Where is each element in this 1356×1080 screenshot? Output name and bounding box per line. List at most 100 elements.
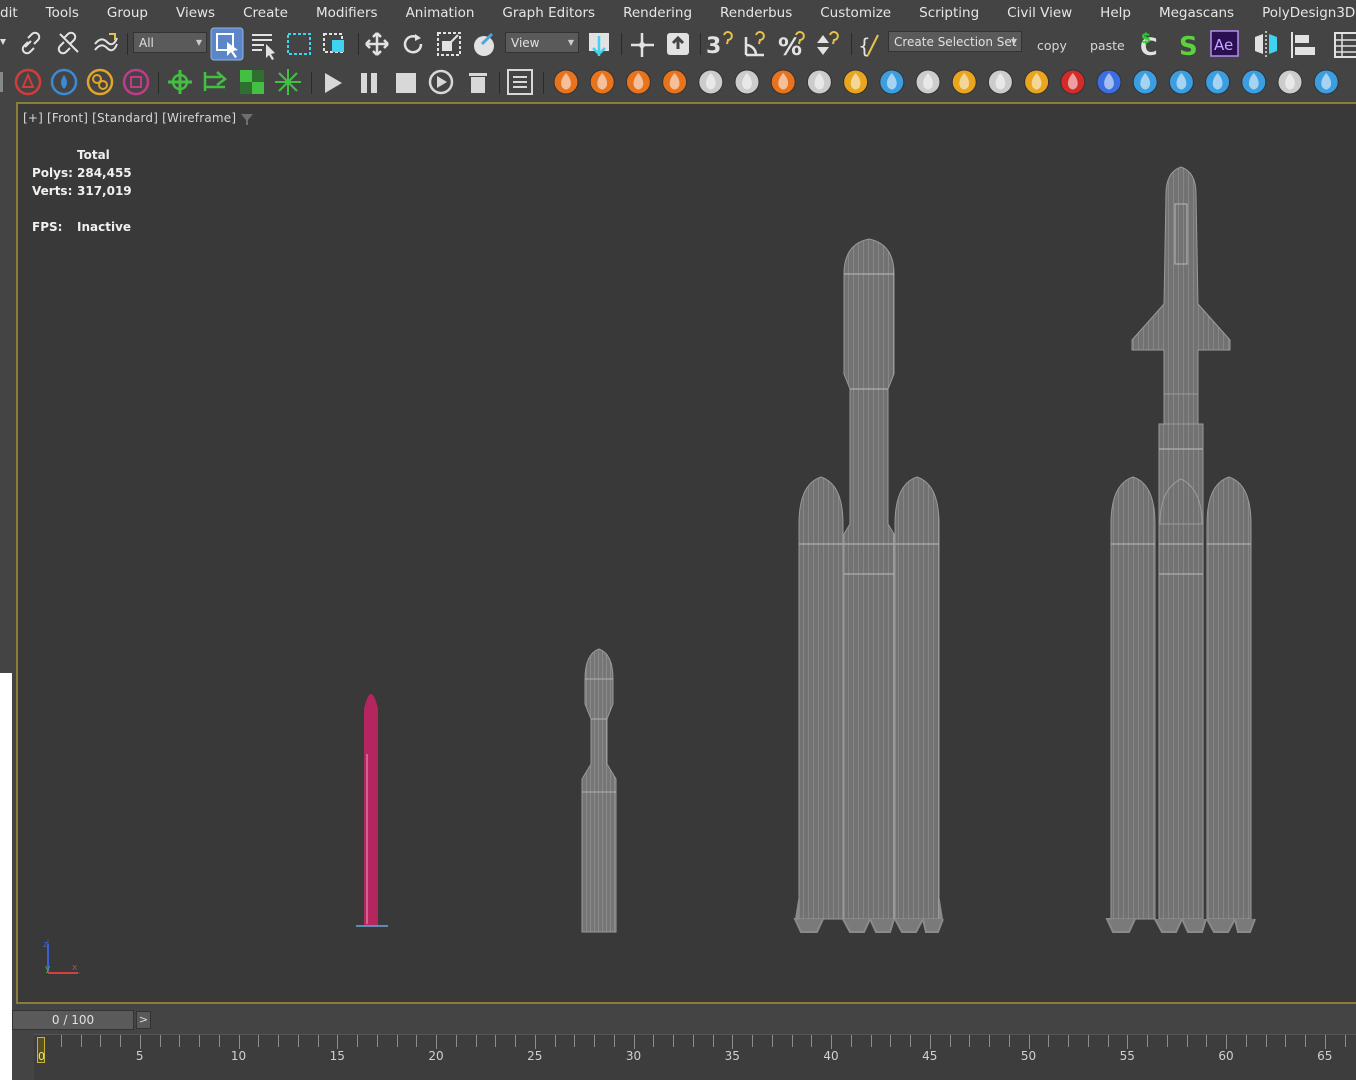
- menu-modifiers[interactable]: Modifiers: [302, 5, 392, 21]
- select-manipulate-icon[interactable]: [631, 33, 654, 57]
- current-frame-marker[interactable]: 0: [37, 1037, 45, 1063]
- bottle-icon[interactable]: [1096, 69, 1122, 95]
- menu-customize[interactable]: Customize: [806, 5, 905, 21]
- scriptspot-icon[interactable]: C $: [1140, 31, 1158, 61]
- secondary-toolbar: [0, 64, 1356, 102]
- chevron-down-icon: ▼: [195, 38, 202, 47]
- edit-named-selection-icon[interactable]: {: [858, 34, 879, 58]
- fire-effect-icon[interactable]: [14, 68, 42, 96]
- menu-help[interactable]: Help: [1086, 5, 1145, 21]
- splash-icon[interactable]: [879, 69, 905, 95]
- menu-polydesign3d[interactable]: PolyDesign3D: [1248, 5, 1356, 21]
- trash-icon[interactable]: [469, 73, 487, 93]
- coffee-icon[interactable]: [987, 69, 1013, 95]
- replay-icon[interactable]: [428, 69, 454, 95]
- menu-views[interactable]: Views: [162, 5, 229, 21]
- grid-icon[interactable]: [240, 70, 264, 94]
- burst-icon[interactable]: [275, 69, 301, 95]
- bind-space-warp-icon[interactable]: [94, 33, 118, 52]
- copy-button[interactable]: copy: [1037, 38, 1067, 53]
- wave-icon[interactable]: [1168, 69, 1194, 95]
- frame-tick: [1285, 1035, 1287, 1047]
- menu-rendering[interactable]: Rendering: [609, 5, 706, 21]
- explosion-icon[interactable]: [1060, 69, 1086, 95]
- flame-3-icon[interactable]: [625, 69, 651, 95]
- flame-4-icon[interactable]: [662, 69, 688, 95]
- ae-icon[interactable]: Ae: [1210, 30, 1239, 57]
- layer-icon[interactable]: [122, 68, 150, 96]
- svg-text:x: x: [72, 963, 78, 973]
- spinner-snap-icon[interactable]: [817, 31, 839, 55]
- link-icon[interactable]: [21, 31, 41, 55]
- paste-button[interactable]: paste: [1090, 38, 1125, 53]
- frame-tick: [949, 1035, 951, 1047]
- smoke-icon[interactable]: [698, 69, 724, 95]
- disc-icon[interactable]: [1313, 69, 1339, 95]
- unlink-icon[interactable]: [57, 31, 79, 55]
- create-selection-set-dropdown[interactable]: Create Selection Set ▼: [888, 31, 1022, 52]
- ocean-icon[interactable]: [1241, 69, 1267, 95]
- selected-rocket-model[interactable]: [356, 694, 388, 927]
- cube-water-icon[interactable]: [1277, 69, 1303, 95]
- menu-group[interactable]: Group: [93, 5, 162, 21]
- particle-icon[interactable]: [86, 68, 114, 96]
- selection-filter-dropdown[interactable]: All ▼: [133, 32, 207, 53]
- scale-icon[interactable]: [437, 32, 461, 56]
- percent-snap-icon[interactable]: %: [778, 31, 805, 61]
- liquid-icon[interactable]: [1205, 69, 1231, 95]
- rotate-icon[interactable]: [403, 34, 423, 54]
- undo-icon[interactable]: [0, 39, 6, 45]
- script-s-icon[interactable]: S: [1179, 32, 1198, 62]
- frame-tick: [811, 1035, 813, 1047]
- menu-tools[interactable]: Tools: [32, 5, 93, 21]
- window-crossing-icon[interactable]: [323, 33, 344, 53]
- menu-scripting[interactable]: Scripting: [905, 5, 993, 21]
- water-drop-icon[interactable]: [50, 68, 78, 96]
- pause-icon[interactable]: [361, 73, 377, 93]
- stop-icon[interactable]: [396, 73, 416, 93]
- front-viewport[interactable]: [+] [Front] [Standard] [Wireframe] Total…: [16, 102, 1356, 1004]
- flame-2-icon[interactable]: [589, 69, 615, 95]
- menu-civil-view[interactable]: Civil View: [993, 5, 1086, 21]
- track-bar[interactable]: 0 5 10 15 20 25 30 35 40 45 50 55 60 65: [34, 1034, 1356, 1080]
- menu-create[interactable]: Create: [229, 5, 302, 21]
- brush-icon[interactable]: [843, 69, 869, 95]
- align-icon[interactable]: [1291, 32, 1315, 58]
- snap-3d-icon[interactable]: 3: [706, 31, 733, 59]
- pour-icon[interactable]: [1024, 69, 1050, 95]
- smoke-2-icon[interactable]: [806, 69, 832, 95]
- frame-tick: [692, 1035, 694, 1047]
- candle-icon[interactable]: [770, 69, 796, 95]
- arrow-right-icon[interactable]: [203, 71, 227, 91]
- falcon-heavy-model[interactable]: [793, 238, 944, 933]
- next-frame-button[interactable]: >: [136, 1011, 151, 1029]
- play-icon[interactable]: [325, 73, 342, 93]
- rectangular-selection-icon[interactable]: [287, 33, 311, 55]
- mirror-icon[interactable]: [1255, 31, 1277, 57]
- frame-tick: [1028, 1035, 1030, 1049]
- scene-explorer-icon[interactable]: [1334, 32, 1356, 58]
- menu-megascans[interactable]: Megascans: [1145, 5, 1248, 21]
- beer-icon[interactable]: [951, 69, 977, 95]
- select-by-name-icon[interactable]: [252, 34, 275, 60]
- navigate-icon[interactable]: [168, 70, 192, 94]
- move-icon[interactable]: [365, 32, 389, 56]
- small-rocket-model[interactable]: [581, 648, 617, 933]
- tornado-icon[interactable]: [734, 69, 760, 95]
- menu-animation[interactable]: Animation: [392, 5, 489, 21]
- reference-coord-dropdown[interactable]: View ▼: [505, 32, 579, 53]
- cube-splash-icon[interactable]: [915, 69, 941, 95]
- shuttle-stack-model[interactable]: [1105, 166, 1256, 933]
- keyboard-shortcut-icon[interactable]: [667, 33, 689, 55]
- menu-dit[interactable]: dit: [0, 5, 32, 21]
- menu-renderbus[interactable]: Renderbus: [706, 5, 806, 21]
- flame-icon[interactable]: [553, 69, 579, 95]
- place-icon[interactable]: [474, 32, 494, 56]
- use-pivot-icon[interactable]: [589, 33, 609, 56]
- menu-graph-editors[interactable]: Graph Editors: [488, 5, 609, 21]
- angle-snap-icon[interactable]: [744, 31, 765, 57]
- time-slider[interactable]: 0 / 100: [12, 1010, 134, 1030]
- select-object-icon[interactable]: [210, 27, 244, 61]
- swirl-icon[interactable]: [1132, 69, 1158, 95]
- list-icon[interactable]: [507, 69, 533, 95]
